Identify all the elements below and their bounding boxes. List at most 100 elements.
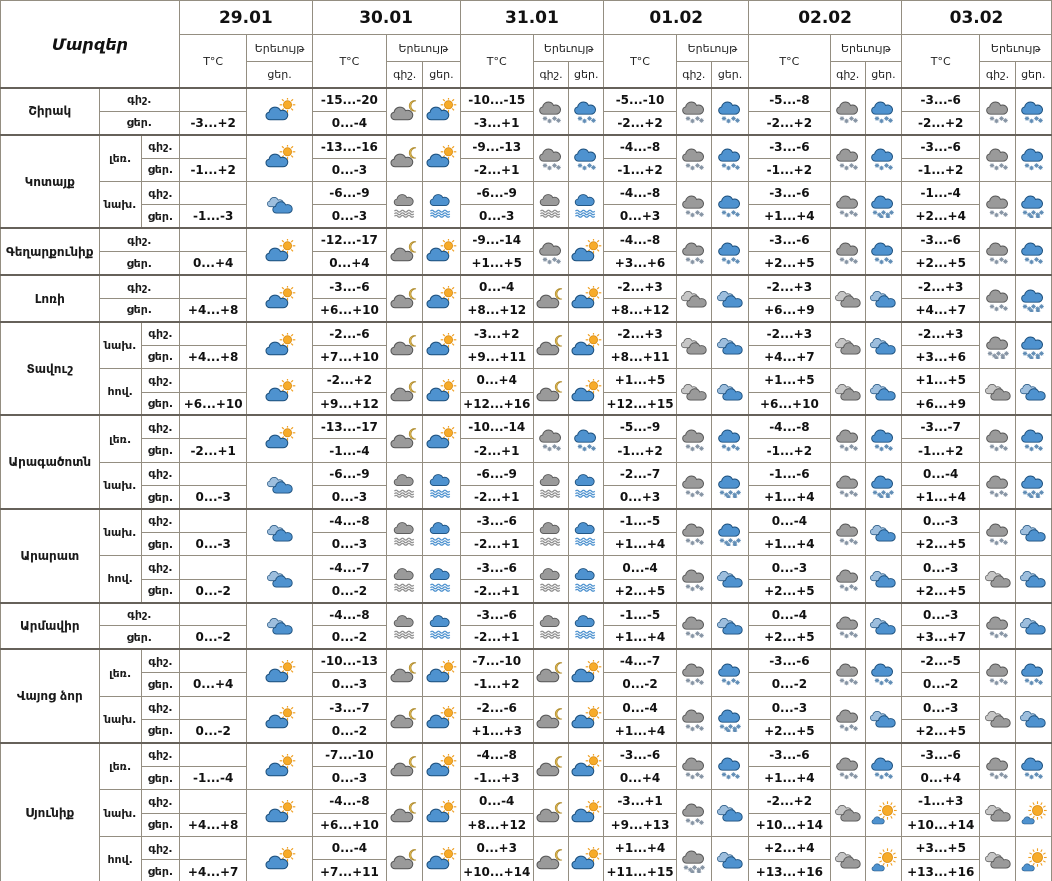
snow-night-icon [832,613,864,639]
night-temp [179,556,246,579]
night-temp: -1...-5 [604,509,676,532]
night-temp [179,649,246,672]
sun-cloud-icon [264,286,296,312]
day-weather-cell [865,135,901,182]
day-temp: +7...+11 [312,860,386,881]
day-weather-cell [865,696,901,743]
sun-cloud-icon [570,706,602,732]
night-weather-cell [676,228,711,275]
day-temp: -3...+2 [179,111,246,134]
day-temp: +8...+12 [604,299,676,322]
day-temp: 0...-4 [312,111,386,134]
sun-cloud-icon [425,847,457,873]
night-temp: -3...-6 [902,228,980,251]
night-temp [179,228,246,251]
night-weather-cell [676,603,711,650]
cloud-day-icon [714,613,746,639]
night-temp: -3...+1 [604,790,676,813]
zone-label: նախ. [99,322,141,369]
forecast-row-night: Գեղարքունիքգիշ.-12...-17-9...-14-4...-8-… [1,228,1052,251]
night-temp: -6...-9 [460,462,533,485]
night-weather-cell [387,790,423,837]
day-temp: 0...+4 [179,252,246,275]
night-temp: -7...-10 [460,649,533,672]
day-temp: +9...+11 [460,345,533,368]
day-temp: -1...+2 [460,673,533,696]
day-weather-cell [711,182,748,229]
day-weather-cell [247,369,312,416]
day-temp: +8...+12 [460,299,533,322]
day-temp: +2...+5 [604,579,676,602]
forecast-row-night: նախ.գիշ.-6...-9-6...-9-4...-8-3...-6-1..… [1,182,1052,205]
night-column-header: գիշ. [980,62,1015,89]
header-row-dates: Մարզեր29.0130.0131.0101.0202.0203.02 [1,1,1052,35]
day-temp: +4...+8 [179,345,246,368]
night-weather-cell [980,509,1015,556]
snow-night-icon [982,145,1014,171]
night-weather-cell [387,182,423,229]
night-temp [179,837,246,860]
sun-cloud-icon [425,754,457,780]
date-header: 03.02 [902,1,1052,35]
day-weather-cell [711,275,748,322]
snow-day-icon [1017,145,1049,171]
night-weather-cell [387,462,423,509]
night-temp: +1...+4 [604,837,676,860]
snow-night-icon [678,192,710,218]
day-temp: +2...+5 [749,579,830,602]
day-temp: -2...+1 [460,579,533,602]
night-temp: 0...-3 [902,696,980,719]
night-weather-cell [830,415,865,462]
day-weather-cell [423,603,460,650]
zone-label: հով. [99,837,141,881]
day-temp: 0...+4 [179,673,246,696]
sun-cloud-icon [570,847,602,873]
night-temp: -2...-6 [312,322,386,345]
day-temp: 0...-3 [312,486,386,509]
night-weather-cell [980,88,1015,135]
night-temp: -4...-7 [604,649,676,672]
night-weather-cell [533,182,568,229]
day-weather-cell [711,322,748,369]
day-weather-cell [1015,182,1051,229]
snow-day-icon [867,239,899,265]
day-weather-cell [865,369,901,416]
day-weather-cell [711,462,748,509]
day-temp: +10...+14 [460,860,533,881]
day-temp: 0...-3 [312,532,386,555]
sun-cloud-icon [264,800,296,826]
cloud-night-icon [678,379,710,405]
day-weather-cell [865,275,901,322]
snow-night-icon [678,472,710,498]
forecast-page: Մարզեր29.0130.0131.0101.0202.0203.02T°CԵ… [0,0,1052,881]
day-temp: +1...+4 [604,626,676,649]
day-temp: 0...-3 [312,158,386,181]
night-weather-cell [676,182,711,229]
forecast-row-night: Արարատնախ.գիշ.-4...-8-3...-6-1...-50...-… [1,509,1052,532]
night-weather-cell [387,415,423,462]
night-temp: -2...+3 [902,322,980,345]
day-weather-cell [1015,649,1051,696]
region-name: Տավուշ [1,322,100,416]
snow-night-icon [832,660,864,686]
date-header: 30.01 [312,1,460,35]
snow-night-icon [832,472,864,498]
day-weather-cell [423,743,460,790]
day-weather-cell [711,696,748,743]
night-temp: -3...-6 [749,182,830,205]
day-column-header: ցեր. [423,62,460,89]
day-weather-cell [1015,415,1051,462]
day-weather-cell [711,556,748,603]
night-temp [179,369,246,392]
cloud-day-icon [1017,566,1049,592]
snow-day-icon [714,660,746,686]
night-temp: 0...-3 [749,556,830,579]
day-temp: +2...+5 [902,532,980,555]
night-temp: -1...+3 [902,790,980,813]
cloud-night-icon [832,379,864,405]
night-row-label: գիշ. [141,696,179,719]
moon-cloud-icon [389,800,421,826]
temp-column-header: T°C [604,35,676,89]
night-weather-cell [676,88,711,135]
night-weather-cell [533,837,568,881]
